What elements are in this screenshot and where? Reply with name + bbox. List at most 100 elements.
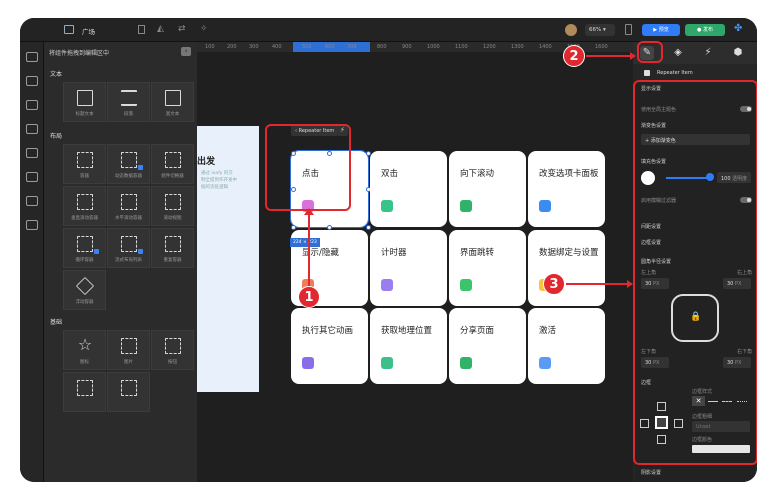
qrcode-icon [121,380,137,396]
interaction-card[interactable]: 计时器 [370,230,447,306]
component-image[interactable]: 图片 [107,330,150,370]
interaction-card[interactable]: 获取地理位置 [370,308,447,384]
share-icon[interactable]: ⇄ [178,24,186,34]
interaction-card[interactable]: 界面跳转 [449,230,526,306]
interaction-card[interactable]: 数据绑定与设置 [528,230,605,306]
annotation-arrowhead-1 [304,208,314,215]
preview-button[interactable]: ▶ 预览 [642,24,680,36]
annotation-arrow-2 [586,55,634,57]
component-tab-cube-icon[interactable]: ⬢ [731,46,745,60]
card-icon [381,200,393,212]
component-vertical-scroll[interactable]: 垂直滚动容器 [63,186,106,226]
panel-header: 将组件拖拽到编辑区中 [49,50,110,57]
properties-header: Repeater Item [657,70,693,76]
rich-text-icon [165,90,181,106]
settings-icon[interactable] [26,220,38,230]
publish-button[interactable]: ● 发布 [685,24,725,36]
card-label: 界面跳转 [460,248,495,258]
resize-handle[interactable] [291,224,296,230]
card-label: 分享页面 [460,326,495,336]
page-title: 广场 [82,28,95,36]
avatar[interactable] [565,24,577,36]
paragraph-icon [121,90,137,106]
layers-icon[interactable] [26,124,38,134]
resize-handle[interactable] [327,224,332,230]
card-icon [381,279,393,291]
vertical-scroll-icon [77,194,93,210]
card-icon [460,200,472,212]
pages-icon[interactable] [26,100,38,110]
component-panel: 将组件拖拽到编辑区中 ‹ 文本 标题文本 段落 富文本 布局 容器 动态数据容器… [44,42,197,482]
component-horizontal-scroll[interactable]: 水平滚动容器 [107,186,150,226]
magic-icon[interactable]: ✧ [200,24,208,34]
card-icon [539,357,551,369]
card-icon [539,200,551,212]
card-label: 计时器 [381,248,407,258]
interaction-card[interactable]: 向下滚动 [449,151,526,227]
button-icon [165,338,181,354]
event-tab-lightning-icon[interactable]: ⚡ [701,46,715,60]
annotation-arrowhead-3 [627,280,633,288]
nodes-icon[interactable] [26,76,38,86]
component-icon[interactable]: ☆ 图标 [63,330,106,370]
card-label: 执行其它动画 [302,326,354,336]
card-label: 数据绑定与设置 [539,248,599,258]
repeater-item-icon [644,70,650,76]
image-icon [121,338,137,354]
interaction-card[interactable]: 激活 [528,308,605,384]
switcher-icon [165,152,181,168]
component-loop-container[interactable]: 循环容器 [63,228,106,268]
sidebar-toggle-icon[interactable] [64,25,74,34]
component-dots[interactable] [63,372,106,412]
repeater-icon [165,236,181,252]
assets-icon[interactable] [26,196,38,206]
annotation-marker-1: 1 [298,286,320,308]
annotation-box-3 [633,80,757,465]
components-icon[interactable] [26,52,38,62]
component-button[interactable]: 按钮 [151,330,194,370]
section-basic-title: 基础 [50,319,63,326]
interaction-card[interactable]: 分享页面 [449,308,526,384]
card-icon [460,357,472,369]
annotation-marker-2: 2 [563,45,585,67]
component-flow-list[interactable]: 流式布局列表 [107,228,150,268]
shapes-icon[interactable]: ◭ [157,24,164,34]
component-rich-text[interactable]: 富文本 [151,82,194,122]
component-paragraph[interactable]: 段落 [107,82,150,122]
interaction-card[interactable]: 双击 [370,151,447,227]
card-icon [302,357,314,369]
card-icon [460,279,472,291]
artboard[interactable]: 出发 通过 ioafy 的交 制全提到作开发中 据的流处逻辑 [197,126,259,392]
zoom-select[interactable]: 66% ▾ [585,24,615,36]
interaction-tab-eye-icon[interactable]: ◈ [671,46,685,60]
interaction-card[interactable]: 改变选项卡面板 [528,151,605,227]
annotation-marker-3: 3 [543,273,565,295]
canvas[interactable]: 出发 通过 ioafy 的交 制全提到作开发中 据的流处逻辑 ‹ Repeate… [197,52,633,482]
annotation-box-2 [637,41,663,63]
floating-container-icon [75,276,95,296]
artboard-desc: 通过 ioafy 的交 制全提到作开发中 据的流处逻辑 [201,171,237,190]
interaction-card[interactable]: 执行其它动画 [291,308,368,384]
top-bar: 广场 ◭ ⇄ ✧ 66% ▾ ▶ 预览 ● 发布 ✤ [20,18,757,42]
annotation-arrowhead-2 [630,52,636,60]
resize-handle[interactable] [365,224,371,230]
component-floating-container[interactable]: 浮动容器 [63,270,106,310]
plugin-icon[interactable] [26,172,38,182]
component-scroll-view[interactable]: 滚动视图 [151,186,194,226]
shadow-setting[interactable]: 阴影设置 [641,469,661,476]
component-repeater[interactable]: 重复容器 [151,228,194,268]
device-icon[interactable] [625,24,632,35]
component-qrcode[interactable] [107,372,150,412]
flow-list-icon [121,236,137,252]
file-icon[interactable] [138,25,145,34]
section-layout-title: 布局 [50,133,63,140]
component-dynamic-container[interactable]: 动态数据容器 [107,144,150,184]
section-text-title: 文本 [50,71,63,78]
data-icon[interactable] [26,148,38,158]
component-switcher[interactable]: 组件切换器 [151,144,194,184]
annotation-box-1 [265,124,351,211]
component-container[interactable]: 容器 [63,144,106,184]
plugins-icon[interactable]: ✤ [734,23,742,34]
component-heading[interactable]: 标题文本 [63,82,106,122]
collapse-icon[interactable]: ‹ [181,47,191,56]
